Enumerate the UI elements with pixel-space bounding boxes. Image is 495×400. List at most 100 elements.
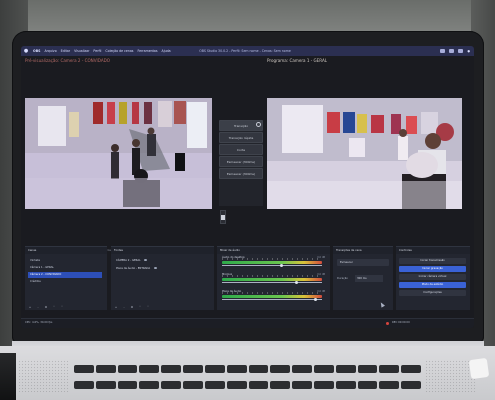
scene-item[interactable]: Vinheta bbox=[28, 258, 102, 264]
keyboard-key[interactable] bbox=[401, 381, 421, 389]
keyboard-key[interactable] bbox=[183, 381, 203, 389]
studio-mode-button[interactable]: Modo de estúdio bbox=[399, 282, 466, 288]
keyboard-key[interactable] bbox=[379, 381, 400, 389]
keyboard-key[interactable] bbox=[357, 365, 378, 373]
keyboard-key[interactable] bbox=[292, 365, 312, 373]
keyboard-key[interactable] bbox=[357, 381, 378, 389]
preview-white-board bbox=[187, 102, 207, 148]
keyboard-key[interactable] bbox=[292, 381, 312, 389]
keyboard-key[interactable] bbox=[204, 381, 225, 389]
scene-item[interactable]: Créditos bbox=[28, 279, 102, 285]
status-right: REC 00:00:00 bbox=[392, 321, 410, 324]
preview-title: Pré-visualização: Camera 2 - CONVIDADO bbox=[25, 58, 111, 63]
apple-icon[interactable]: ● bbox=[21, 46, 31, 56]
program-video[interactable] bbox=[267, 98, 462, 209]
scene-item[interactable]: Câmera 1 - GERAL bbox=[28, 265, 102, 271]
keyboard-key[interactable] bbox=[379, 365, 400, 373]
audio-fader-knob[interactable] bbox=[280, 264, 283, 267]
battery-icon[interactable] bbox=[440, 49, 446, 53]
audio-fader[interactable] bbox=[222, 282, 322, 283]
keyboard-key[interactable] bbox=[335, 365, 356, 373]
transition-select[interactable]: Esmaecer bbox=[337, 259, 389, 266]
audio-fader[interactable] bbox=[222, 265, 322, 266]
gear-icon[interactable]: ⚙ bbox=[130, 305, 134, 309]
audio-strip-desktop[interactable]: Áudio do desktop 0.0 dB bbox=[222, 256, 325, 267]
start-virtual-camera-button[interactable]: Iniciar câmera virtual bbox=[399, 274, 466, 280]
preview-banner-3 bbox=[119, 102, 127, 124]
keyboard-key[interactable] bbox=[270, 365, 291, 373]
keyboard-key[interactable] bbox=[139, 381, 160, 389]
start-recording-button[interactable]: Iniciar gravação bbox=[399, 266, 466, 272]
audio-fader[interactable] bbox=[222, 299, 322, 300]
keyboard-key[interactable] bbox=[313, 365, 334, 373]
gear-icon[interactable] bbox=[256, 122, 261, 127]
menu-help[interactable]: Ajuda bbox=[160, 46, 173, 56]
keyboard-key[interactable] bbox=[270, 381, 291, 389]
keyboard-key[interactable] bbox=[74, 381, 94, 389]
plus-icon[interactable]: + bbox=[114, 305, 118, 309]
audio-fader-knob[interactable] bbox=[295, 281, 298, 284]
fade-button-1[interactable]: Esmaecer (300ms) bbox=[219, 156, 263, 167]
wifi-icon[interactable] bbox=[449, 49, 455, 53]
keyboard-key[interactable] bbox=[401, 365, 421, 373]
down-arrow-icon[interactable]: ˅ bbox=[60, 305, 64, 309]
audio-fader-knob[interactable] bbox=[314, 298, 317, 301]
source-item[interactable]: Placa de Áudio - ENTRADA bbox=[114, 266, 209, 272]
preview-video[interactable] bbox=[25, 98, 212, 209]
source-item[interactable]: CÂMERA 2 - GERAL bbox=[114, 258, 209, 264]
keyboard-key[interactable] bbox=[183, 365, 203, 373]
quick-transition-button[interactable]: Transição rápida bbox=[219, 132, 263, 143]
cut-button[interactable]: Corte bbox=[219, 144, 263, 155]
keyboard-key[interactable] bbox=[117, 365, 138, 373]
t-bar-slider[interactable] bbox=[220, 210, 226, 224]
preview-person-body bbox=[111, 152, 119, 179]
keyboard-key[interactable] bbox=[74, 365, 94, 373]
menu-scene-collection[interactable]: Coleção de cenas bbox=[103, 46, 135, 56]
scene-controls: + - ⚙ ˄ ˅ bbox=[28, 305, 64, 309]
eye-icon[interactable] bbox=[144, 259, 148, 261]
menu-view[interactable]: Visualizar bbox=[72, 46, 91, 56]
keyboard-key[interactable] bbox=[139, 365, 160, 373]
audio-strip-interface[interactable]: Placa de Áudio 0.0 dB bbox=[222, 290, 325, 301]
audio-strip-mic[interactable]: Mic/Aux 0.0 dB bbox=[222, 273, 325, 284]
eye-icon[interactable] bbox=[153, 267, 157, 269]
plus-icon[interactable]: + bbox=[28, 305, 32, 309]
keyboard-key[interactable] bbox=[117, 381, 138, 389]
up-arrow-icon[interactable]: ˄ bbox=[52, 305, 56, 309]
minus-icon[interactable]: - bbox=[122, 305, 126, 309]
keyboard-key[interactable] bbox=[313, 381, 334, 389]
keyboard-key[interactable] bbox=[161, 365, 182, 373]
menu-tools[interactable]: Ferramentas bbox=[135, 46, 159, 56]
sources-body: CÂMERA 2 - GERAL Placa de Áudio - ENTRAD… bbox=[111, 254, 214, 311]
t-bar-thumb[interactable] bbox=[221, 215, 225, 220]
keyboard-key[interactable] bbox=[226, 381, 247, 389]
program-flag-5 bbox=[391, 114, 401, 134]
search-icon[interactable] bbox=[458, 49, 464, 53]
down-arrow-icon[interactable]: ˅ bbox=[146, 305, 150, 309]
transition-panel: Transição Transição rápida Corte Esmaece… bbox=[219, 120, 263, 206]
keyboard-key[interactable] bbox=[248, 381, 269, 389]
settings-button[interactable]: Configurações bbox=[399, 290, 466, 296]
menu-app[interactable]: OBS bbox=[31, 46, 42, 56]
gear-icon[interactable]: ⚙ bbox=[44, 305, 48, 309]
keyboard-key[interactable] bbox=[95, 381, 116, 389]
menu-file[interactable]: Arquivo bbox=[42, 46, 58, 56]
preview-floor-glare bbox=[25, 178, 212, 209]
program-scene-image bbox=[267, 98, 462, 209]
minus-icon[interactable]: - bbox=[36, 305, 40, 309]
fade-button-2[interactable]: Esmaecer (300ms) bbox=[219, 168, 263, 179]
menu-profile[interactable]: Perfil bbox=[91, 46, 103, 56]
keyboard-key[interactable] bbox=[335, 381, 356, 389]
start-stream-button[interactable]: Iniciar transmissão bbox=[399, 258, 466, 264]
keyboard-key[interactable] bbox=[226, 365, 247, 373]
keyboard-key[interactable] bbox=[95, 365, 116, 373]
keyboard-key[interactable] bbox=[161, 381, 182, 389]
preview-banner-5 bbox=[144, 102, 152, 124]
controls-body: Iniciar transmissão Iniciar gravação Ini… bbox=[396, 254, 470, 311]
scene-item-selected[interactable]: Câmera 2 - CONVIDADO bbox=[28, 272, 102, 278]
keyboard-key[interactable] bbox=[204, 365, 225, 373]
up-arrow-icon[interactable]: ˄ bbox=[138, 305, 142, 309]
duration-field[interactable]: 300 ms bbox=[355, 275, 383, 282]
keyboard-key[interactable] bbox=[248, 365, 269, 373]
menu-edit[interactable]: Editar bbox=[59, 46, 72, 56]
